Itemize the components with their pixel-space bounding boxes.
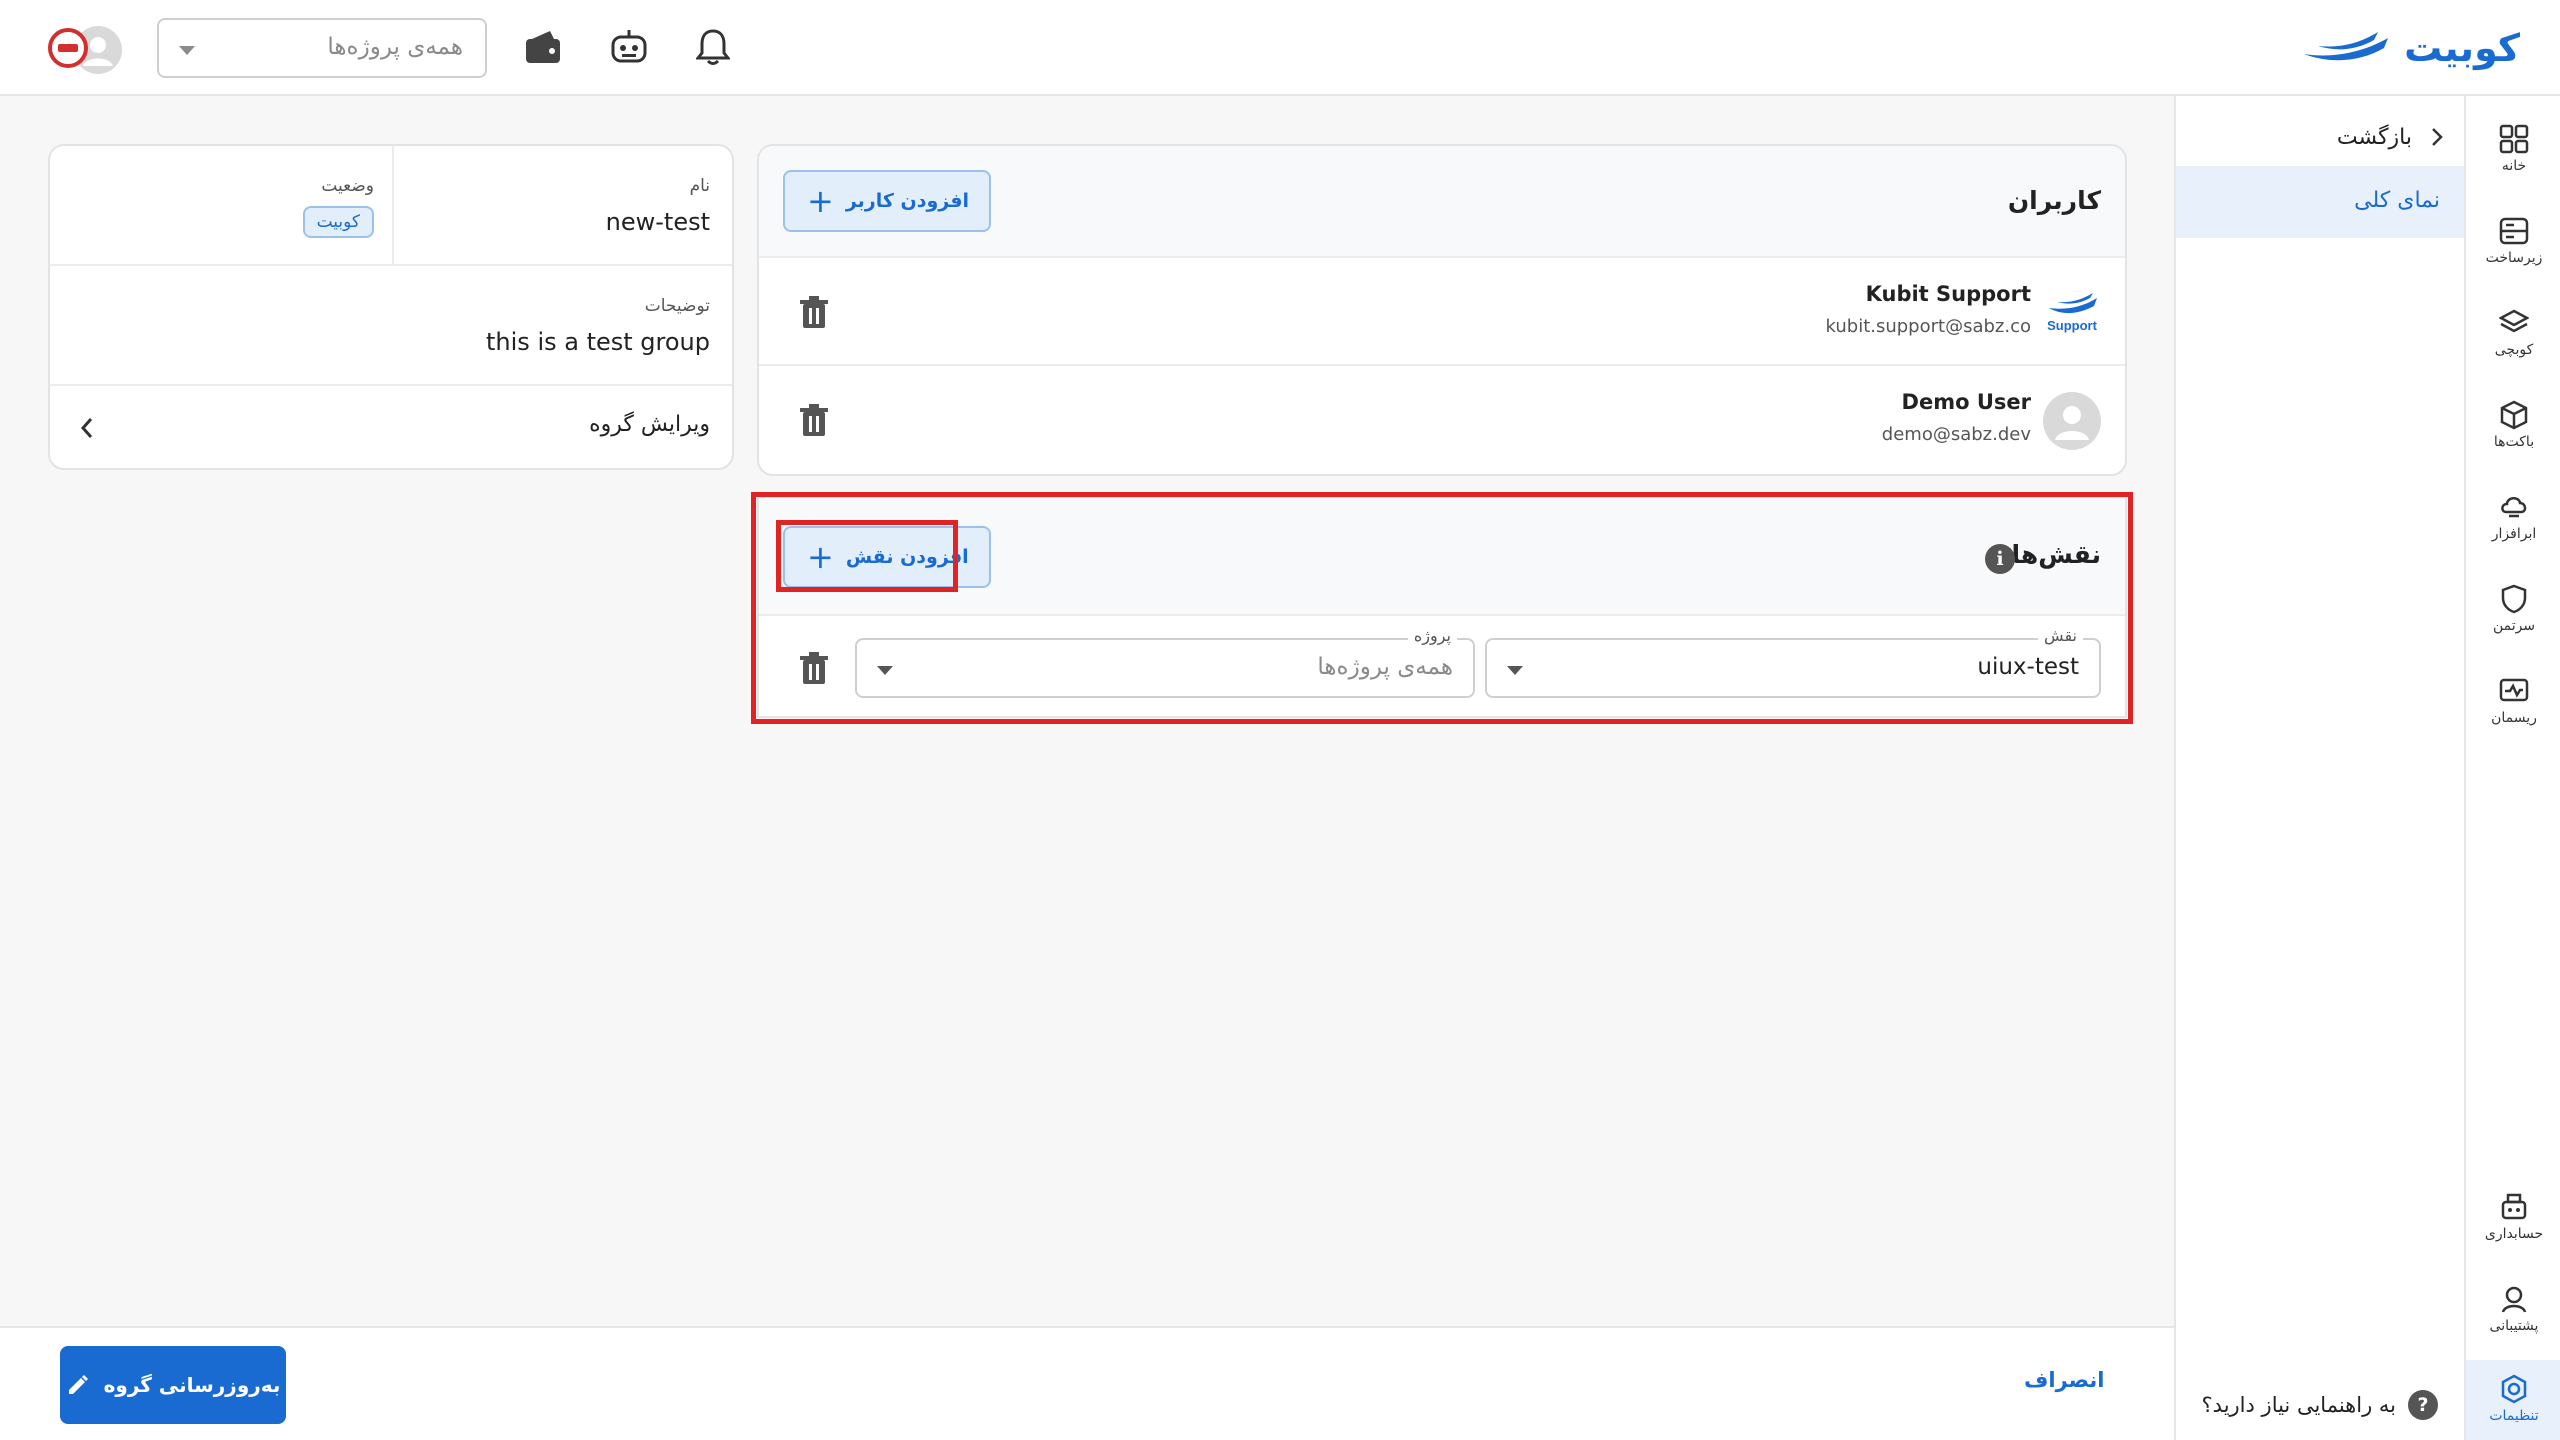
group-description-label: توضیحات [644,296,710,316]
user-name: Kubit Support [1865,282,2031,306]
bell-icon [696,29,730,65]
user-email: demo@sabz.dev [1881,424,2031,445]
plus-icon: + [807,182,834,220]
assistant-bot-button[interactable] [606,24,652,70]
boat-logo-icon [2304,32,2389,61]
rail-item-buckets[interactable]: باکت‌ها [2466,386,2560,466]
users-title: کاربران [2007,186,2101,215]
group-name-cell: نام new-test [392,146,732,266]
form-footer: به‌روزرسانی گروه انصراف [0,1326,2174,1440]
add-user-label: افزودن کاربر [845,190,970,212]
update-group-button[interactable]: به‌روزرسانی گروه [60,1346,286,1424]
back-label: بازگشت [2336,124,2412,150]
user-avatar-default [2043,392,2101,450]
roles-section-highlight [751,492,2133,724]
support-logo-icon: Support [2047,293,2098,333]
layers-icon [2499,309,2529,333]
pencil-icon [68,1375,88,1394]
rail-item-kubchi[interactable]: کوبچی [2466,294,2560,374]
svg-text:Support: Support [2047,318,2097,333]
chevron-right-icon [2432,128,2443,146]
support-avatar: Support [2043,284,2101,342]
rail-item-risman[interactable]: ریسمان [2466,662,2560,742]
rail-item-support[interactable]: پشتیبانی [2466,1270,2560,1350]
group-info-card: نام new-test وضعیت کوبیت توضیحات this is… [48,144,734,470]
rail-item-sartman[interactable]: سرتمن [2466,570,2560,650]
wallet-button[interactable] [520,24,566,70]
status-badge: کوبیت [302,206,374,238]
help-link[interactable]: به راهنمایی نیاز دارید؟ ? [2202,1390,2438,1420]
server-icon [2499,217,2529,245]
edit-group-link[interactable]: ویرایش گروه [50,386,732,468]
settings-subnav: بازگشت نمای کلی به راهنمایی نیاز دارید؟ … [2174,96,2464,1440]
group-name-label: نام [689,176,710,196]
users-card-header: کاربران افزودن کاربر + [759,146,2125,258]
group-description-cell: توضیحات this is a test group [50,266,732,386]
help-label: به راهنمایی نیاز دارید؟ [2201,1393,2396,1417]
brand-name: کوبیت [2404,26,2520,70]
add-role-highlight [776,520,958,592]
top-bar: کوبیت همه‌ی پروژه‌ها [0,0,2560,96]
user-name: Demo User [1901,390,2031,414]
chevron-down-icon [179,46,195,55]
person-icon [2055,406,2089,440]
chevron-left-icon [80,418,93,438]
group-status-cell: وضعیت کوبیت [50,146,396,266]
rail-item-settings[interactable]: تنظیمات [2466,1360,2560,1440]
rail-item-cloudware[interactable]: ابرافزار [2466,478,2560,558]
notifications-button[interactable] [690,24,736,70]
robot-icon [611,30,647,63]
group-description-value: this is a test group [486,328,710,356]
box-icon [2500,400,2528,430]
shield-icon [2501,584,2527,614]
subnav-item-label: نمای کلی [2354,188,2440,213]
cloud-icon [2501,497,2527,518]
user-row: Demo User demo@sabz.dev [759,366,2125,474]
delete-user-trash-icon[interactable] [799,404,829,438]
subnav-item-overview[interactable]: نمای کلی [2176,168,2464,238]
group-name-value: new-test [605,208,710,236]
wallet-icon [526,31,560,63]
rail-item-home[interactable]: خانه [2466,110,2560,190]
update-group-label: به‌روزرسانی گروه [103,1373,281,1397]
settings-icon [2501,1374,2527,1404]
monitor-icon [2499,678,2529,702]
project-select-placeholder: همه‌ی پروژه‌ها [327,34,463,60]
users-card: کاربران افزودن کاربر + Support Kubit Sup… [757,144,2127,476]
back-button[interactable]: بازگشت [2194,112,2444,162]
cancel-button[interactable]: انصراف [2024,1368,2104,1392]
main-navigation-rail: خانه زیرساخت کوبچی باکت‌ها ابرافزار سرتم… [2464,96,2560,1440]
grid-icon [2499,124,2529,154]
edit-group-label: ویرایش گروه [589,412,710,437]
user-row: Support Kubit Support kubit.support@sabz… [759,258,2125,366]
brand-logo[interactable]: کوبیت [2300,22,2520,74]
add-user-button[interactable]: افزودن کاربر + [783,170,992,232]
support-icon [2501,1286,2527,1313]
stamp-badge-icon [48,28,88,68]
billing-icon [2501,1193,2527,1220]
rail-item-billing[interactable]: حسابداری [2466,1178,2560,1258]
rail-item-infrastructure[interactable]: زیرساخت [2466,202,2560,282]
project-select[interactable]: همه‌ی پروژه‌ها [157,18,487,78]
question-icon: ? [2408,1390,2438,1420]
delete-user-trash-icon[interactable] [799,296,829,330]
user-email: kubit.support@sabz.co [1825,316,2031,337]
group-status-label: وضعیت [321,176,374,196]
